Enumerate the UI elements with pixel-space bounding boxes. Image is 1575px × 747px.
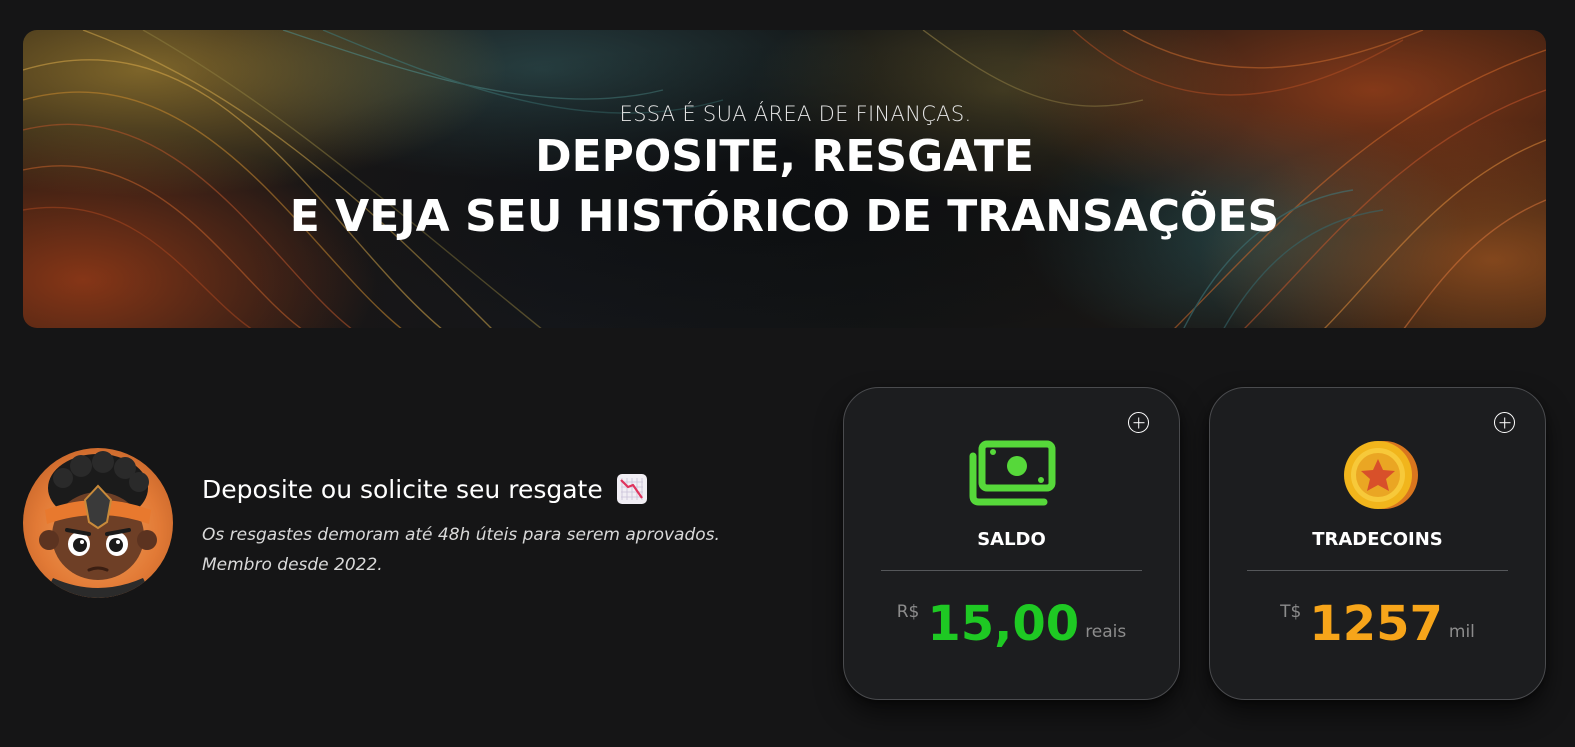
hero-subtitle: ESSA É SUA ÁREA DE FINANÇAS.	[619, 102, 972, 126]
tradecoins-unit: mil	[1448, 622, 1475, 642]
profile-info: Deposite ou solicite seu resgate Os resg…	[202, 474, 720, 580]
profile-description-line1: Os resgastes demoram até 48h úteis para …	[202, 525, 720, 545]
hero-text: ESSA É SUA ÁREA DE FINANÇAS. DEPOSITE, R…	[23, 102, 1546, 246]
profile-heading: Deposite ou solicite seu resgate	[202, 474, 720, 504]
saldo-divider	[881, 570, 1142, 571]
saldo-card: SALDO R$ 15,00 reais	[843, 387, 1180, 700]
hero-banner: ESSA É SUA ÁREA DE FINANÇAS. DEPOSITE, R…	[23, 30, 1546, 328]
saldo-unit: reais	[1085, 622, 1127, 642]
add-saldo-button[interactable]	[1128, 412, 1149, 433]
profile-description: Os resgastes demoram até 48h úteis para …	[202, 520, 720, 580]
hero-title-line1: DEPOSITE, RESGATE	[535, 131, 1034, 182]
profile-description-line2: Membro desde 2022.	[202, 555, 383, 575]
tradecoins-value: T$ 1257 mil	[1210, 596, 1545, 652]
add-tradecoins-button[interactable]	[1494, 412, 1515, 433]
saldo-value: R$ 15,00 reais	[844, 596, 1179, 652]
money-icon	[968, 440, 1056, 510]
tradecoins-card: TRADECOINS T$ 1257 mil	[1209, 387, 1546, 700]
avatar[interactable]	[23, 448, 173, 598]
saldo-label: SALDO	[977, 529, 1046, 550]
tradecoins-amount: 1257	[1309, 596, 1443, 652]
coin-icon	[1334, 440, 1422, 514]
saldo-amount: 15,00	[927, 596, 1080, 652]
saldo-currency: R$	[896, 602, 920, 622]
profile-heading-text: Deposite ou solicite seu resgate	[202, 474, 603, 504]
tradecoins-currency: T$	[1280, 602, 1302, 622]
tradecoins-label: TRADECOINS	[1312, 529, 1443, 550]
hero-title-line2: E VEJA SEU HISTÓRICO DE TRANSAÇÕES	[289, 191, 1280, 242]
avatar-illustration	[39, 451, 157, 598]
tradecoins-divider	[1247, 570, 1508, 571]
chart-decreasing-icon	[616, 474, 647, 504]
